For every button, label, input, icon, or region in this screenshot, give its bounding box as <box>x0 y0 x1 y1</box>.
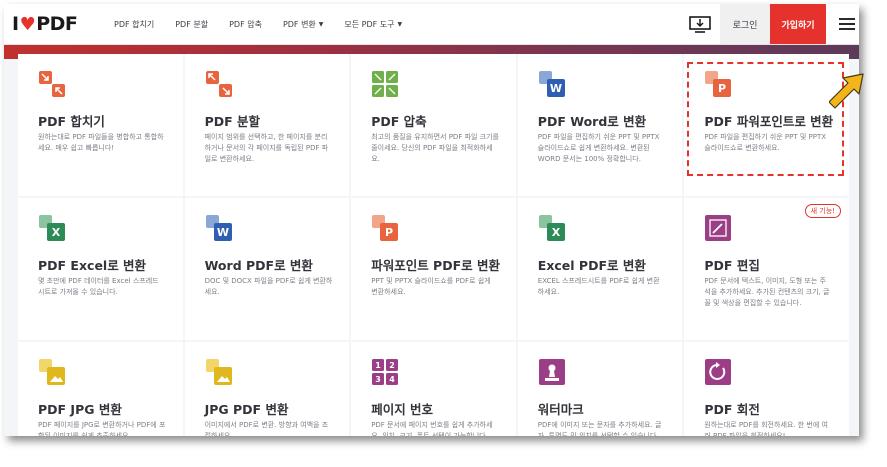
nav-compress[interactable]: PDF 압축 <box>229 19 262 30</box>
nav-label: PDF 분할 <box>175 19 209 29</box>
tool-description: PDF 파일을 편집하기 쉬운 PPT 및 PPTX 슬라이드쇼로 변환하세요. <box>704 133 827 152</box>
tool-title: 페이지 번호 <box>371 402 434 417</box>
tool-card[interactable]: X Excel PDF로 변환 EXCEL 스프레드시트를 PDF로 쉽게 변환하세… <box>517 198 683 340</box>
powerpoint-icon: P <box>705 71 732 97</box>
split-icon <box>205 71 232 97</box>
top-navigation-bar: I ♥ PDF PDF 합치기 PDF 분할 PDF 압축 PDF 변환 ▼ 모… <box>4 4 859 45</box>
tool-card[interactable]: JPG PDF 변환이미지에서 PDF로 변환. 방향과 여백을 조절하세요. <box>184 342 350 436</box>
word-icon: W <box>538 71 565 97</box>
main-nav: PDF 합치기 PDF 분할 PDF 압축 PDF 변환 ▼ 모든 PDF 도구… <box>114 4 423 44</box>
svg-text:W: W <box>217 226 229 239</box>
nav-all-tools-dropdown[interactable]: 모든 PDF 도구 ▼ <box>344 19 402 30</box>
desktop-download-icon[interactable] <box>689 16 711 33</box>
tool-card[interactable]: X PDF Excel로 변환몇 초만에 PDF 데이터를 Excel 스프레드 … <box>18 198 183 340</box>
caret-down-icon: ▼ <box>397 20 403 28</box>
tool-card[interactable]: 워터마크 PDF에 이미지 또는 문자를 추가하세요. 글자, 투명도 및 위치를… <box>517 342 683 436</box>
new-feature-badge: 새 기능! <box>804 204 841 218</box>
heart-icon: ♥ <box>19 13 36 35</box>
tool-card[interactable]: PDF 압축최고의 품질을 유지하면서 PDF 파일 크기를 줄이세요. 당신의… <box>351 54 516 196</box>
tool-card[interactable]: W Word PDF로 변환 DOC 및 DOCX 파일을 PDF로 쉽게 변환하세… <box>184 198 350 340</box>
login-button[interactable]: 로그인 <box>720 4 770 44</box>
tool-title: PDF 분할 <box>204 114 261 129</box>
tool-description: PDF에 이미지 또는 문자를 추가하세요. 글자, 투명도 및 위치를 선택할… <box>537 421 662 436</box>
svg-text:P: P <box>718 82 726 95</box>
tool-title: PDF Word로 변환 <box>537 114 647 129</box>
nav-label: PDF 합치기 <box>114 19 155 29</box>
edit-icon <box>705 215 732 241</box>
tool-title: JPG PDF 변환 <box>204 402 289 417</box>
yellow-pointer-arrow <box>829 73 864 109</box>
tools-grid: PDF 합치기원하는대로 PDF 파일들을 병합하고 통합하세요. 매우 쉽고 … <box>18 54 849 436</box>
nav-label: 모든 PDF 도구 <box>344 19 395 29</box>
page-numbers-icon: 1 23 4 <box>372 359 399 385</box>
tool-description: PDF 문서에 텍스트, 이미지, 도형 또는 주석을 추가하세요. 추가된 컨… <box>704 277 830 307</box>
svg-text:W: W <box>550 82 562 95</box>
word-icon: W <box>205 215 232 241</box>
tool-description: EXCEL 스프레드시트를 PDF로 쉽게 변환하세요. <box>537 277 660 296</box>
tool-card[interactable]: W PDF Word로 변환 PDF 파일을 편집하기 쉬운 PPT 및 PPTX … <box>517 54 683 196</box>
svg-text:4: 4 <box>389 375 395 384</box>
tool-description: 이미지에서 PDF로 변환. 방향과 여백을 조절하세요. <box>204 421 329 436</box>
tool-description: PDF 파일을 편집하기 쉬운 PPT 및 PPTX 슬라이드쇼로 쉽게 변환하… <box>537 133 660 163</box>
signup-button[interactable]: 가입하기 <box>770 4 826 44</box>
tool-title: Word PDF로 변환 <box>204 258 313 273</box>
rotate-icon <box>705 359 732 385</box>
tool-description: 최고의 품질을 유지하면서 PDF 파일 크기를 줄이세요. 당신의 PDF 파… <box>371 133 499 163</box>
tool-card[interactable]: P 파워포인트 PDF로 변환 PPT 및 PPTX 슬라이드쇼를 PDF로 쉽게 … <box>351 198 516 340</box>
tool-description: 원하는대로 PDF를 회전하세요. 한 번에 여러 PDF 파일을 회전하세요! <box>704 421 828 436</box>
svg-text:2: 2 <box>389 361 395 370</box>
caret-down-icon: ▼ <box>318 20 324 28</box>
nav-label: PDF 압축 <box>229 19 262 29</box>
svg-text:X: X <box>552 226 561 239</box>
svg-text:P: P <box>385 226 393 239</box>
tool-title: 파워포인트 PDF로 변환 <box>371 258 500 273</box>
nav-merge[interactable]: PDF 합치기 <box>114 19 154 30</box>
tool-description: 페이지 범위를 선택하고, 한 페이지를 분리하거나 문서의 각 페이지를 독립… <box>204 133 329 163</box>
excel-icon: X <box>39 215 65 241</box>
compress-icon <box>372 71 399 97</box>
nav-label: PDF 변환 <box>282 19 316 29</box>
svg-text:3: 3 <box>375 375 381 384</box>
merge-icon <box>39 71 65 97</box>
browser-viewport: I ♥ PDF PDF 합치기 PDF 분할 PDF 압축 PDF 변환 ▼ 모… <box>4 4 859 436</box>
svg-text:X: X <box>52 226 61 239</box>
tool-title: PDF 파워포인트로 변환 <box>704 114 834 129</box>
tool-card[interactable]: PDF JPG 변환 PDF 페이지를 JPG로 변환하거나 PDF에 포함된 이… <box>18 342 183 436</box>
svg-text:1: 1 <box>375 361 381 370</box>
tool-title: PDF JPG 변환 <box>38 402 122 417</box>
jpg-icon <box>205 359 232 385</box>
tool-description: PPT 및 PPTX 슬라이드쇼를 PDF로 쉽게 변환하세요. <box>371 277 491 296</box>
tool-title: PDF 압축 <box>371 114 427 129</box>
tool-title: Excel PDF로 변환 <box>537 258 646 273</box>
ilovepdf-logo[interactable]: I ♥ PDF <box>12 13 78 35</box>
watermark-icon <box>538 359 565 385</box>
tool-title: 워터마크 <box>537 402 584 417</box>
tool-title: PDF Excel로 변환 <box>38 258 147 273</box>
logo-i: I <box>12 13 19 35</box>
tool-card[interactable]: PDF 분할페이지 범위를 선택하고, 한 페이지를 분리하거나 문서의 각 페… <box>184 54 350 196</box>
tool-title: PDF 회전 <box>704 402 760 417</box>
nav-split[interactable]: PDF 분할 <box>175 19 208 30</box>
nav-convert-dropdown[interactable]: PDF 변환 ▼ <box>283 19 323 30</box>
tool-description: 몇 초만에 PDF 데이터를 Excel 스프레드 시트로 가져올 수 있습니다… <box>38 277 159 296</box>
tool-card[interactable]: PDF 합치기원하는대로 PDF 파일들을 병합하고 통합하세요. 매우 쉽고 … <box>18 54 183 196</box>
powerpoint-icon: P <box>372 215 399 241</box>
jpg-icon <box>39 359 65 385</box>
tool-card[interactable]: 1 2 3 4 페이지 번호 PDF 문서에 페이지 번호를 쉽게 추가하세요. 위치, … <box>351 342 516 436</box>
tool-title: PDF 편집 <box>704 258 760 273</box>
tool-description: PDF 페이지를 JPG로 변환하거나 PDF에 포함된 이미지를 쉽게 추출하… <box>38 421 166 436</box>
tool-card[interactable]: PDF 회전원하는대로 PDF를 회전하세요. 한 번에 여러 PDF 파일을 … <box>684 342 849 436</box>
excel-icon: X <box>538 215 565 241</box>
hamburger-menu-icon[interactable] <box>839 18 855 30</box>
tool-description: 원하는대로 PDF 파일들을 병합하고 통합하세요. 매우 쉽고 빠릅니다! <box>38 133 164 152</box>
tool-description: PDF 문서에 페이지 번호를 쉽게 추가하세요. 위치, 크기, 폰트 선택이… <box>371 421 493 436</box>
tool-card[interactable]: PDF 편집 PDF 문서에 텍스트, 이미지, 도형 또는 주석을 추가하세요.… <box>684 198 849 340</box>
logo-pdf: PDF <box>36 13 78 35</box>
tool-description: DOC 및 DOCX 파일을 PDF로 쉽게 변환하세요. <box>204 277 333 296</box>
tool-card[interactable]: P PDF 파워포인트로 변환 PDF 파일을 편집하기 쉬운 PPT 및 PPTX… <box>684 54 849 196</box>
tool-title: PDF 합치기 <box>38 114 105 129</box>
